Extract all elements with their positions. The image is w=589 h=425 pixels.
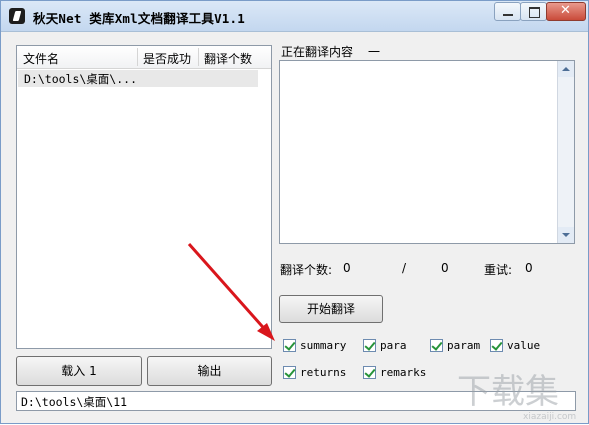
annotation-overlay	[187, 243, 275, 341]
app-window: 秋天Net 类库Xml文档翻译工具V1.1 ✕ 文件名 是否成功 翻译个数 D:…	[0, 0, 589, 424]
annotation-arrow	[187, 243, 271, 335]
